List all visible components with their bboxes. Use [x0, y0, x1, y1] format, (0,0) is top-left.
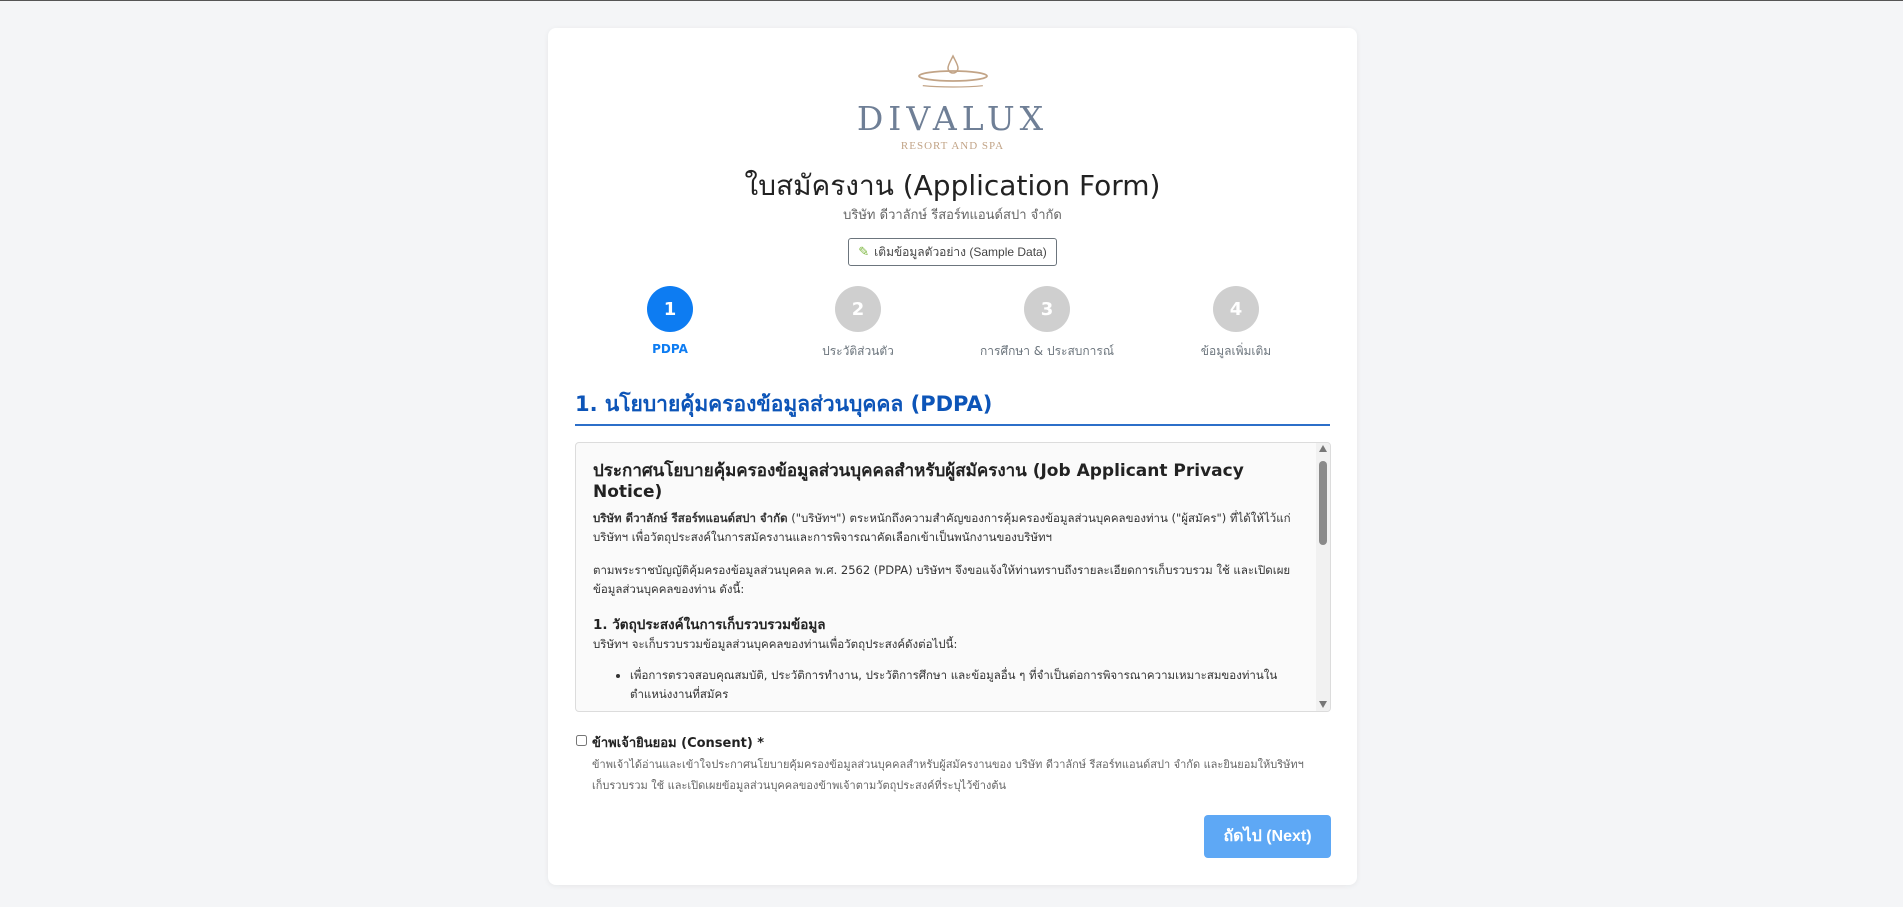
company-subtitle: บริษัท ดีวาลักษ์ รีสอร์ทแอนด์สปา จำกัด [843, 208, 1062, 223]
notice-law: ตามพระราชบัญญัติคุ้มครองข้อมูลส่วนบุคคล … [593, 563, 1291, 596]
step-number: 4 [1213, 286, 1259, 332]
purpose-intro: บริษัทฯ จะเก็บรวบรวมข้อมูลส่วนบุคคลของท่… [593, 637, 958, 651]
step-number: 2 [835, 286, 881, 332]
step-number: 1 [647, 286, 693, 332]
step-number: 3 [1024, 286, 1070, 332]
next-button[interactable]: ถัดไป (Next) [1204, 815, 1331, 858]
step-label: ข้อมูลเพิ่มเติม [1200, 344, 1272, 358]
scrollbar[interactable] [1316, 443, 1330, 711]
privacy-notice-scrollbox[interactable]: ประกาศนโยบายคุ้มครองข้อมูลส่วนบุคคลสำหรั… [575, 442, 1331, 712]
fill-sample-data-button[interactable]: ✎ เติมข้อมูลตัวอย่าง (Sample Data) [848, 238, 1057, 266]
company-name-bold: บริษัท ดีวาลักษ์ รีสอร์ทแอนด์สปา จำกัด [593, 511, 788, 525]
pencil-icon: ✎ [858, 244, 870, 259]
privacy-notice-content: ประกาศนโยบายคุ้มครองข้อมูลส่วนบุคคลสำหรั… [593, 461, 1305, 704]
list-item: เพื่อการตรวจสอบคุณสมบัติ, ประวัติการทำงา… [630, 666, 1305, 704]
page-title: ใบสมัครงาน (Application Form) [744, 169, 1161, 202]
scrollbar-thumb[interactable] [1319, 461, 1327, 545]
notice-heading: ประกาศนโยบายคุ้มครองข้อมูลส่วนบุคคลสำหรั… [593, 461, 1244, 502]
consent-label[interactable]: ข้าพเจ้ายินยอม (Consent) * [592, 732, 764, 753]
step-2-personal-info: 2 ประวัติส่วนตัว [763, 286, 953, 361]
consent-description: ข้าพเจ้าได้อ่านและเข้าใจประกาศนโยบายคุ้ม… [592, 758, 1304, 792]
brand-tagline: RESORT AND SPA [900, 140, 1005, 152]
window-top-border [0, 0, 1903, 1]
scroll-up-arrow-icon[interactable] [1319, 445, 1327, 452]
step-3-education-experience: 3 การศึกษา & ประสบการณ์ [952, 286, 1142, 361]
step-progress: 1 PDPA 2 ประวัติส่วนตัว 3 การศึกษา & ประ… [548, 286, 1357, 358]
section-title: 1. นโยบายคุ้มครองข้อมูลส่วนบุคคล (PDPA) [575, 388, 1330, 426]
fill-sample-data-label: เติมข้อมูลตัวอย่าง (Sample Data) [874, 244, 1047, 259]
notice-intro: บริษัท ดีวาลักษ์ รีสอร์ทแอนด์สปา จำกัด (… [593, 509, 1305, 547]
scroll-down-arrow-icon[interactable] [1319, 701, 1327, 708]
step-1-pdpa: 1 PDPA [575, 286, 765, 356]
brand-name: DIVALUX [856, 99, 1049, 138]
step-label: ประวัติส่วนตัว [822, 344, 894, 358]
step-label: การศึกษา & ประสบการณ์ [980, 344, 1114, 358]
step-label: PDPA [652, 342, 688, 356]
step-4-additional-info: 4 ข้อมูลเพิ่มเติม [1141, 286, 1331, 361]
consent-checkbox[interactable] [576, 735, 587, 746]
purpose-heading: 1. วัตถุประสงค์ในการเก็บรวบรวมข้อมูล [593, 617, 826, 633]
application-form-card: DIVALUX RESORT AND SPA ใบสมัครงาน (Appli… [548, 28, 1357, 885]
water-drop-logo-icon [907, 54, 998, 88]
purpose-list: เพื่อการตรวจสอบคุณสมบัติ, ประวัติการทำงา… [630, 666, 1305, 704]
